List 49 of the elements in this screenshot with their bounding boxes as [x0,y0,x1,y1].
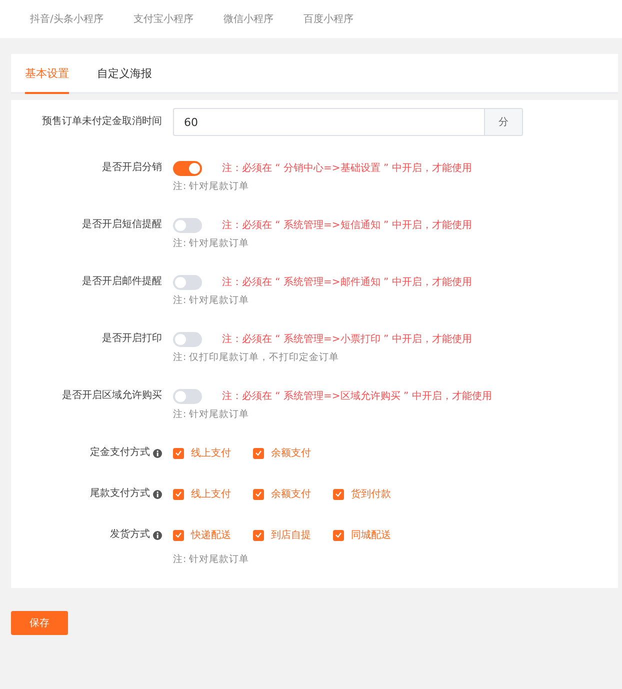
field-label: 是否开启区域允许购买 [62,388,162,403]
note-text: 注: 针对尾款订单 [173,237,250,250]
platform-tab[interactable]: 百度小程序 [303,12,354,26]
checkbox[interactable] [173,530,184,540]
platform-tab[interactable]: 支付宝小程序 [133,12,194,26]
input-field[interactable]: 60 [173,108,484,136]
checkbox[interactable] [333,530,344,540]
toggle-switch[interactable] [173,218,202,232]
field-label: 是否开启分销 [102,160,162,175]
toggle-switch[interactable] [173,332,202,346]
warning-text: 注：必须在 “ 系统管理=>短信通知 ” 中开启，才能使用 [222,218,472,232]
option-label: 到店自提 [271,528,311,542]
field-label: 预售订单未付定金取消时间 [41,114,162,129]
note-text: 注: 针对尾款订单 [173,294,250,307]
field-label: 是否开启邮件提醒 [82,274,162,289]
platform-tab[interactable]: 微信小程序 [223,12,274,26]
warning-text: 注：必须在 “ 系统管理=>小票打印 ” 中开启，才能使用 [222,332,472,346]
platform-tab[interactable]: 抖音/头条小程序 [30,12,104,26]
checkbox[interactable] [173,448,184,458]
field-label: 是否开启短信提醒 [82,218,162,232]
field-label: 定金支付方式 [90,446,150,460]
checkbox[interactable] [333,488,344,500]
option-label: 线上支付 [191,446,231,460]
option-label: 余额支付 [271,446,311,460]
option-label: 余额支付 [271,488,311,501]
note-text: 注: 针对尾款订单 [173,180,250,193]
option-label: 线上支付 [191,488,231,501]
warning-text: 注：必须在 “ 系统管理=>邮件通知 ” 中开启，才能使用 [222,276,472,289]
toggle-switch[interactable] [173,160,202,176]
field-label: 是否开启打印 [102,332,162,346]
field-label: 尾款支付方式 [90,486,150,501]
option-label: 货到付款 [351,488,391,501]
checkbox[interactable] [253,530,264,540]
unit-addon: 分 [484,108,523,136]
checkbox[interactable] [173,488,184,500]
note-text: 注: 针对尾款订单 [173,553,250,566]
field-label: 发货方式 [110,528,150,542]
toggle-switch[interactable] [173,388,202,404]
option-label: 快递配送 [191,528,231,542]
save-button[interactable]: 保存 [11,611,68,635]
warning-text: 注：必须在 “ 系统管理=>区域允许购买 ” 中开启，才能使用 [222,390,492,403]
tab[interactable]: 自定义海报 [97,54,152,94]
toggle-switch[interactable] [173,274,202,290]
warning-text: 注：必须在 “ 分销中心=>基础设置 ” 中开启，才能使用 [222,162,472,175]
option-label: 同城配送 [351,528,391,542]
note-text: 注: 针对尾款订单 [173,408,250,421]
checkbox[interactable] [253,448,264,458]
note-text: 注: 仅打印尾款订单，不打印定金订单 [173,351,340,364]
checkbox[interactable] [253,488,264,500]
